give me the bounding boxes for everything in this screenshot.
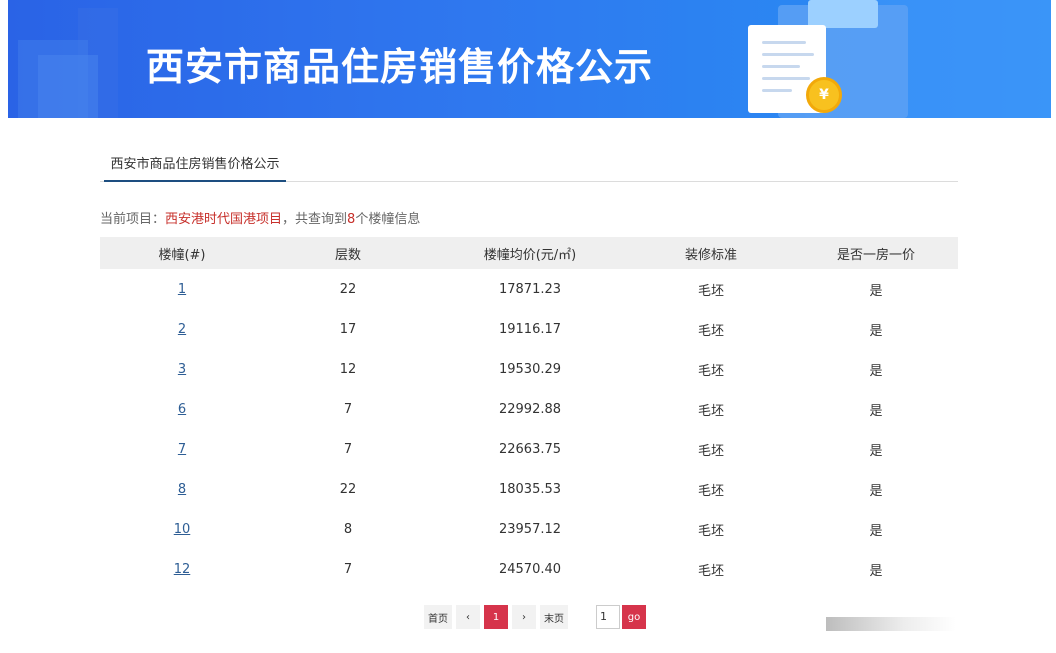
banner-title: 西安市商品住房销售价格公示 [146,45,654,89]
price-cell: 17871.23 [498,281,562,297]
header-avg-price: 楼幢均价(元/㎡) [483,247,577,263]
page-number-button[interactable]: 1 [484,605,508,629]
table-row: 3 12 19530.29 毛坯 是 [100,349,958,389]
floors-cell: 8 [343,521,353,537]
table-row: 1 22 17871.23 毛坯 是 [100,269,958,309]
header-one-price: 是否一房一价 [836,247,915,263]
price-cell: 19530.29 [498,361,562,377]
one-price-cell: 是 [869,443,883,459]
table-row: 2 17 19116.17 毛坯 是 [100,309,958,349]
go-button[interactable]: go [622,605,646,629]
building-link[interactable]: 3 [178,362,186,377]
tab-bar: 西安市商品住房销售价格公示 [100,147,958,182]
blurred-watermark [826,617,956,631]
info-suffix: 个楼幢信息 [355,212,421,227]
price-cell: 24570.40 [498,561,562,577]
table-row: 7 7 22663.75 毛坯 是 [100,429,958,469]
project-name: 西安港时代国港项目 [165,212,283,227]
header-building: 楼幢(#) [158,247,206,263]
price-cell: 18035.53 [498,481,562,497]
one-price-cell: 是 [869,403,883,419]
decoration-cell: 毛坯 [697,523,724,539]
tab-price-notice[interactable]: 西安市商品住房销售价格公示 [104,147,286,182]
pagination: 首页 ‹ 1 › 末页 1 go [424,605,646,629]
floors-cell: 7 [343,441,353,457]
floors-cell: 17 [339,321,357,337]
price-cell: 19116.17 [498,321,562,337]
one-price-cell: 是 [869,483,883,499]
decoration-cell: 毛坯 [697,363,724,379]
decoration-cell: 毛坯 [697,443,724,459]
floors-cell: 22 [339,481,357,497]
header-floors: 层数 [334,247,361,263]
building-table: 楼幢(#) 层数 楼幢均价(元/㎡) 装修标准 是否一房一价 1 22 1787… [100,237,958,589]
building-link[interactable]: 8 [178,482,186,497]
building-link[interactable]: 7 [178,442,186,457]
info-prefix: 当前项目： [100,212,166,227]
floors-cell: 22 [339,281,357,297]
first-page-button[interactable]: 首页 [424,605,452,629]
building-link[interactable]: 2 [178,322,186,337]
building-link[interactable]: 10 [174,522,191,537]
table-row: 12 7 24570.40 毛坯 是 [100,549,958,589]
last-page-button[interactable]: 末页 [540,605,568,629]
one-price-cell: 是 [869,363,883,379]
header-decoration: 装修标准 [684,247,737,263]
table-row: 8 22 18035.53 毛坯 是 [100,469,958,509]
one-price-cell: 是 [869,323,883,339]
query-info: 当前项目：西安港时代国港项目，共查询到8个楼幢信息 [100,208,420,227]
decoration-cell: 毛坯 [697,323,724,339]
table-row: 6 7 22992.88 毛坯 是 [100,389,958,429]
coin-icon: ¥ [806,77,842,113]
building-link[interactable]: 1 [178,282,186,297]
prev-page-button[interactable]: ‹ [456,605,480,629]
one-price-cell: 是 [869,563,883,579]
one-price-cell: 是 [869,283,883,299]
price-cell: 22992.88 [498,401,562,417]
building-top-illustration [808,0,878,28]
table-row: 10 8 23957.12 毛坯 是 [100,509,958,549]
building-link[interactable]: 6 [178,402,186,417]
page-jump-input[interactable]: 1 [596,605,620,629]
floors-cell: 7 [343,401,353,417]
info-mid: ，共查询到 [282,212,348,227]
price-cell: 23957.12 [498,521,562,537]
floors-cell: 7 [343,561,353,577]
decoration-cell: 毛坯 [697,283,724,299]
decor-block [38,55,98,118]
decoration-cell: 毛坯 [697,563,724,579]
decoration-cell: 毛坯 [697,483,724,499]
one-price-cell: 是 [869,523,883,539]
building-link[interactable]: 12 [174,562,191,577]
header-banner: 西安市商品住房销售价格公示 ¥ [8,0,1051,118]
decoration-cell: 毛坯 [697,403,724,419]
floors-cell: 12 [339,361,357,377]
table-header: 楼幢(#) 层数 楼幢均价(元/㎡) 装修标准 是否一房一价 [100,237,958,269]
next-page-button[interactable]: › [512,605,536,629]
price-cell: 22663.75 [498,441,562,457]
